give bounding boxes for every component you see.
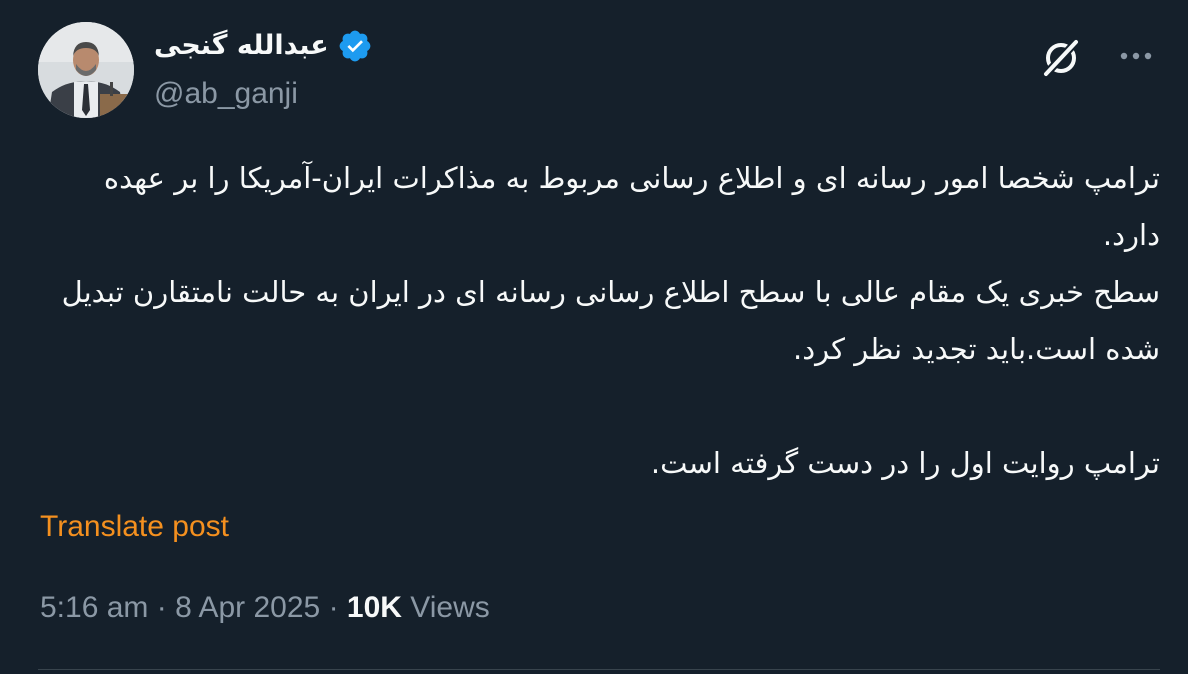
views-label: Views [410, 591, 490, 624]
post-date[interactable]: 8 Apr 2025 [175, 591, 320, 624]
post-time[interactable]: 5:16 am [40, 591, 148, 624]
tweet-text: ترامپ شخصا امور رسانه ای و اطلاع رسانی م… [40, 150, 1160, 492]
translate-post-link[interactable]: Translate post [40, 505, 229, 549]
tweet-paragraph-3: ترامپ روایت اول را در دست گرفته است. [650, 446, 1160, 480]
meta-separator: · [328, 591, 339, 624]
user-handle[interactable]: @ab_ganji [154, 74, 298, 114]
name-row: عبدالله گنجی [154, 26, 373, 66]
grok-icon[interactable] [1037, 34, 1085, 82]
tweet-card: عبدالله گنجی @ab_ganji ترامپ شخصا امور ر… [0, 0, 1188, 674]
post-metadata: 5:16 am · 8 Apr 2025 · 10K Views [40, 588, 490, 628]
views-count: 10K [346, 591, 402, 624]
verified-badge-icon[interactable] [337, 28, 373, 64]
tweet-paragraph-1: ترامپ شخصا امور رسانه ای و اطلاع رسانی م… [103, 161, 1160, 252]
meta-separator: · [156, 591, 167, 624]
display-name[interactable]: عبدالله گنجی [154, 26, 329, 66]
more-icon[interactable] [1112, 36, 1160, 76]
avatar[interactable] [38, 22, 134, 118]
tweet-paragraph-2: سطح خبری یک مقام عالی با سطح اطلاع رسانی… [61, 275, 1160, 366]
divider [38, 669, 1160, 670]
